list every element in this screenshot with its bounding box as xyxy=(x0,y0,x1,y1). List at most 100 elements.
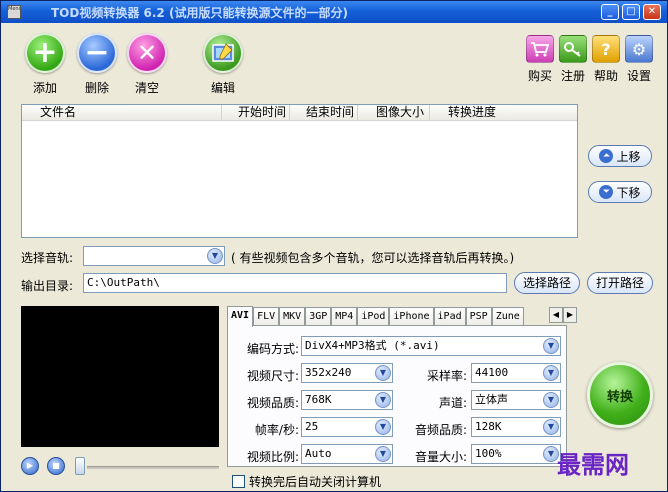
close-button[interactable]: ✕ xyxy=(643,4,661,20)
track-label: 选择音轨: xyxy=(21,251,74,265)
maximize-button[interactable]: □ xyxy=(622,4,640,20)
format-tabs: AVI FLV MKV 3GP MP4 iPod iPhone iPad PSP… xyxy=(227,306,524,327)
move-up-button[interactable]: ⏶ 上移 xyxy=(588,145,652,167)
audio-quality-label: 音频品质: xyxy=(414,423,467,437)
video-quality-select[interactable]: 768K ▼ xyxy=(301,390,393,410)
column-header-end[interactable]: 结束时间 xyxy=(290,105,358,120)
tab-iphone[interactable]: iPhone xyxy=(389,307,434,326)
volume-label: 音量大小: xyxy=(414,450,467,464)
help-button[interactable]: ? 帮助 xyxy=(590,35,622,84)
codec-select[interactable]: DivX4+MP3格式 (*.avi) ▼ xyxy=(301,336,561,356)
plus-icon: + xyxy=(25,33,65,73)
gear-icon: ⚙ xyxy=(625,35,653,63)
column-header-start[interactable]: 开始时间 xyxy=(222,105,290,120)
dropdown-arrow-icon[interactable]: ▼ xyxy=(543,392,559,408)
buy-button[interactable]: 购买 xyxy=(524,35,556,84)
dropdown-arrow-icon[interactable]: ▼ xyxy=(375,365,391,381)
sample-rate-value: 44100 xyxy=(475,366,509,379)
tab-scroll-left-icon[interactable]: ◀ xyxy=(549,307,563,323)
video-size-label: 视频尺寸: xyxy=(246,369,299,383)
clear-button[interactable]: ✕ 清空 xyxy=(121,33,173,96)
main-window: Mencoder TOD视频转换器 6.2 (试用版只能转换源文件的一部分) _… xyxy=(0,0,668,492)
settings-label: 设置 xyxy=(626,69,651,83)
video-size-select[interactable]: 352x240 ▼ xyxy=(301,363,393,383)
help-label: 帮助 xyxy=(593,69,618,83)
question-icon: ? xyxy=(592,35,620,63)
window-controls: _ □ ✕ xyxy=(601,4,661,20)
dropdown-arrow-icon[interactable]: ▼ xyxy=(543,365,559,381)
add-button[interactable]: + 添加 xyxy=(19,33,71,96)
tab-avi[interactable]: AVI xyxy=(227,306,254,327)
convert-label: 转换 xyxy=(606,389,633,405)
video-quality-label: 视频品质: xyxy=(246,396,299,410)
dropdown-arrow-icon[interactable]: ▼ xyxy=(543,419,559,435)
fps-select[interactable]: 25 ▼ xyxy=(301,417,393,437)
track-select[interactable]: ▼ xyxy=(83,246,225,266)
aspect-ratio-select[interactable]: Auto ▼ xyxy=(301,444,393,464)
double-down-icon: ⏷ xyxy=(599,185,614,199)
volume-value: 100% xyxy=(475,447,502,460)
convert-button[interactable]: 转换 xyxy=(587,362,653,428)
tab-3gp[interactable]: 3GP xyxy=(305,307,332,326)
audio-quality-select[interactable]: 128K ▼ xyxy=(471,417,561,437)
stop-icon[interactable]: ■ xyxy=(47,457,65,475)
title-bar[interactable]: Mencoder TOD视频转换器 6.2 (试用版只能转换源文件的一部分) _… xyxy=(1,1,667,23)
shutdown-checkbox[interactable] xyxy=(232,475,245,488)
sample-rate-label: 采样率: xyxy=(426,369,467,383)
double-up-icon: ⏶ xyxy=(599,149,614,163)
video-quality-value: 768K xyxy=(305,393,332,406)
tab-ipod[interactable]: iPod xyxy=(357,307,390,326)
column-header-filename[interactable]: 文件名 xyxy=(22,105,222,120)
settings-button[interactable]: ⚙ 设置 xyxy=(623,35,655,84)
video-preview xyxy=(21,306,219,447)
edit-button[interactable]: 编辑 xyxy=(197,33,249,96)
channel-select[interactable]: 立体声 ▼ xyxy=(471,390,561,410)
file-list[interactable]: 文件名 开始时间 结束时间 图像大小 转换进度 xyxy=(21,104,578,238)
column-header-size[interactable]: 图像大小 xyxy=(358,105,430,120)
minus-icon: − xyxy=(77,33,117,73)
site-watermark: 最需网 xyxy=(557,450,629,479)
move-down-label: 下移 xyxy=(616,185,641,200)
tab-mkv[interactable]: MKV xyxy=(279,307,306,326)
edit-glyph-icon xyxy=(212,43,234,62)
dropdown-arrow-icon[interactable]: ▼ xyxy=(375,392,391,408)
seek-track[interactable] xyxy=(87,466,219,469)
fps-label: 帧率/秒: xyxy=(254,423,299,437)
move-up-label: 上移 xyxy=(616,149,641,164)
volume-select[interactable]: 100% ▼ xyxy=(471,444,561,464)
shutdown-option[interactable]: 转换完后自动关闭计算机 xyxy=(232,473,381,490)
tab-mp4[interactable]: MP4 xyxy=(331,307,358,326)
buy-label: 购买 xyxy=(527,69,552,83)
dropdown-arrow-icon[interactable]: ▼ xyxy=(207,248,223,264)
tab-ipad[interactable]: iPad xyxy=(433,307,466,326)
key-icon xyxy=(559,35,587,63)
codec-label: 编码方式: xyxy=(246,342,299,356)
tab-zune[interactable]: Zune xyxy=(491,307,524,326)
dropdown-arrow-icon[interactable]: ▼ xyxy=(375,419,391,435)
play-icon[interactable]: ▶ xyxy=(21,457,39,475)
dropdown-arrow-icon[interactable]: ▼ xyxy=(543,338,559,354)
minimize-button[interactable]: _ xyxy=(601,4,619,20)
register-label: 注册 xyxy=(560,69,585,83)
tab-scroll-right-icon[interactable]: ▶ xyxy=(563,307,577,323)
aspect-ratio-label: 视频比例: xyxy=(246,450,299,464)
edit-label: 编辑 xyxy=(210,81,235,95)
select-path-button[interactable]: 选择路径 xyxy=(514,272,580,294)
audio-quality-value: 128K xyxy=(475,420,502,433)
register-button[interactable]: 注册 xyxy=(557,35,589,84)
delete-button[interactable]: − 删除 xyxy=(71,33,123,96)
tab-flv[interactable]: FLV xyxy=(253,307,280,326)
open-path-button[interactable]: 打开路径 xyxy=(587,272,653,294)
move-down-button[interactable]: ⏷ 下移 xyxy=(588,181,652,203)
column-header-progress[interactable]: 转换进度 xyxy=(430,105,530,120)
output-label: 输出目录: xyxy=(21,279,74,293)
seek-handle[interactable] xyxy=(75,457,85,475)
x-icon: ✕ xyxy=(127,33,167,73)
add-label: 添加 xyxy=(32,81,57,95)
sample-rate-select[interactable]: 44100 ▼ xyxy=(471,363,561,383)
dropdown-arrow-icon[interactable]: ▼ xyxy=(375,446,391,462)
output-path-input[interactable]: C:\OutPath\ xyxy=(83,273,507,293)
tab-psp[interactable]: PSP xyxy=(465,307,492,326)
fps-value: 25 xyxy=(305,420,319,433)
codec-value: DivX4+MP3格式 (*.avi) xyxy=(305,339,440,352)
